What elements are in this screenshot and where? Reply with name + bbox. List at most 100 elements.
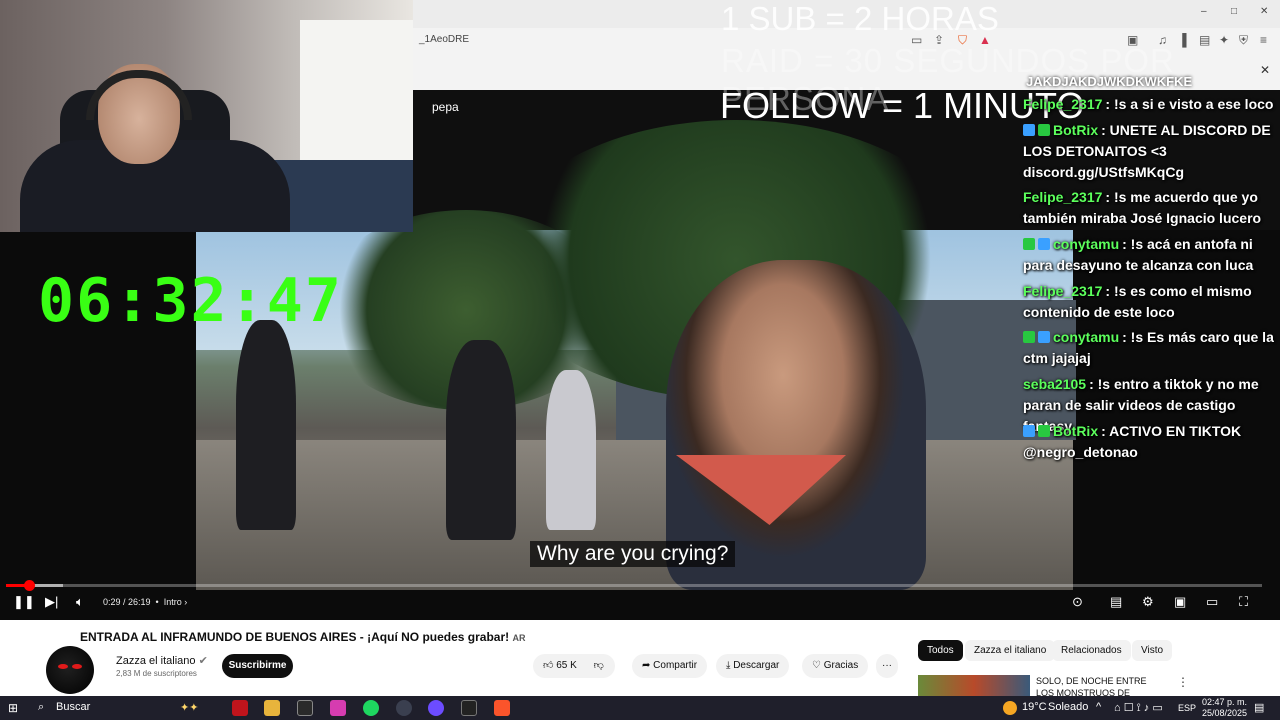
tray-expand-icon[interactable]: ^ xyxy=(1096,701,1101,713)
share-button[interactable]: ➦ Compartir xyxy=(632,654,708,678)
like-count[interactable]: 65 K xyxy=(556,660,577,671)
next-icon[interactable]: ▶| xyxy=(45,594,58,610)
file-explorer-icon[interactable] xyxy=(264,700,280,716)
related-tab[interactable]: Relacionados xyxy=(1052,640,1131,661)
related-tab[interactable]: Todos xyxy=(918,640,963,661)
chapter-label[interactable]: Intro xyxy=(164,597,182,607)
related-tab[interactable]: Zazza el italiano xyxy=(965,640,1056,661)
chat-message: BotRix: ACTIVO EN TIKTOK @negro_detonao xyxy=(1023,421,1280,463)
avatar-eye-left xyxy=(58,664,68,669)
video-subtitle: Why are you crying? xyxy=(530,541,736,567)
chat-username[interactable]: seba2105 xyxy=(1023,376,1086,392)
chat-username[interactable]: BotRix xyxy=(1053,122,1098,138)
volume-icon[interactable]: 🔈︎ xyxy=(76,594,84,610)
language-indicator[interactable]: ESP xyxy=(1178,703,1196,713)
spotify-icon[interactable] xyxy=(363,700,379,716)
related-thumbnail[interactable] xyxy=(918,675,1030,696)
webcam-overlay xyxy=(0,0,413,232)
chat-badge-icon xyxy=(1038,331,1050,343)
thanks-label: Gracias xyxy=(823,660,859,671)
tray-icons[interactable]: ⌂ ☐ ⟟ ♪ ▭ xyxy=(1114,701,1163,715)
thanks-icon: ♡ xyxy=(812,660,821,671)
clock-time: 02:47 p. m. xyxy=(1202,697,1248,707)
chat-username[interactable]: Felipe_2317 xyxy=(1023,189,1102,205)
webcam-window xyxy=(300,20,413,160)
search-input[interactable]: pepa xyxy=(432,100,459,114)
chat-message: Felipe_2317: !s es como el mismo conteni… xyxy=(1023,281,1280,323)
weather-sun-icon[interactable] xyxy=(1003,701,1017,715)
download-button[interactable]: ⤓ Descargar xyxy=(716,654,790,678)
taskbar: ⊞ ⌕ Buscar ✦✦ 19°C Soleado ^ ⌂ ☐ ⟟ ♪ ▭ E… xyxy=(0,696,1280,720)
windows-start-icon[interactable]: ⊞ xyxy=(8,701,18,715)
fullscreen-icon[interactable]: ⛶ xyxy=(1239,594,1248,610)
chat-badge-icon xyxy=(1038,425,1050,437)
download-label: Descargar xyxy=(733,660,780,671)
obs-icon[interactable] xyxy=(428,700,444,716)
verified-icon: ✔ xyxy=(198,655,208,667)
webcam-headphones xyxy=(86,70,192,120)
weather-temp[interactable]: 19°C xyxy=(1022,701,1047,713)
search-icon[interactable]: ⌕ xyxy=(38,701,44,714)
epic-games-icon[interactable] xyxy=(461,700,477,716)
notifications-icon[interactable]: ▤ xyxy=(1254,701,1264,714)
channel-avatar[interactable] xyxy=(46,646,94,694)
share-label: Compartir xyxy=(653,660,698,671)
pause-icon[interactable]: ❚❚ xyxy=(13,594,35,610)
url-text[interactable]: _1AeoDRE xyxy=(419,34,469,45)
terminal-icon[interactable] xyxy=(297,700,313,716)
time-text: 0:29 / 26:19 xyxy=(103,597,151,607)
subscribe-button[interactable]: Suscribirme xyxy=(222,654,293,678)
download-icon: ⤓ xyxy=(726,660,731,671)
chat-message: conytamu: !s acá en antofa ni para desay… xyxy=(1023,234,1280,276)
clock[interactable]: 02:47 p. m. 25/08/2025 xyxy=(1202,697,1247,719)
avatar-eye-right xyxy=(72,664,82,669)
chat-badge-icon xyxy=(1023,238,1035,250)
more-vert-icon[interactable]: ⋮ xyxy=(1177,675,1189,689)
progress-bar[interactable] xyxy=(6,580,1262,591)
theater-mode-icon[interactable]: ▭ xyxy=(1206,594,1218,610)
minimize-icon[interactable]: – xyxy=(1201,6,1207,17)
clock-date: 25/08/2025 xyxy=(1202,708,1248,718)
subscriber-count: 2,83 M de suscriptores xyxy=(116,669,197,678)
chat-username[interactable]: conytamu xyxy=(1053,236,1119,252)
video-info: ENTRADA AL INFRAMUNDO DE BUENOS AIRES - … xyxy=(0,620,1280,710)
chat-message: Felipe_2317: !s me acuerdo que yo tambié… xyxy=(1023,187,1280,229)
related-tab[interactable]: Visto xyxy=(1132,640,1173,661)
overlay-sub-rule: 1 SUB = 2 HORAS xyxy=(721,0,999,37)
video-title: ENTRADA AL INFRAMUNDO DE BUENOS AIRES - … xyxy=(80,630,525,644)
chat-badge-icon xyxy=(1023,124,1035,136)
chat-cut-message: JAKDJAKDJWKDKWKFKE xyxy=(1026,74,1193,89)
chat-username[interactable]: Felipe_2317 xyxy=(1023,283,1102,299)
thanks-button[interactable]: ♡ Gracias xyxy=(802,654,869,678)
chat-message: conytamu: !s Es más caro que la ctm jaja… xyxy=(1023,327,1280,369)
chat-text: : !s a si e visto a ese loco xyxy=(1105,96,1274,112)
dislike-icon[interactable]: 👎︎ xyxy=(594,660,604,671)
app-red-icon[interactable] xyxy=(232,700,248,716)
chat-badge-icon xyxy=(1038,124,1050,136)
like-dislike-group: 👍︎ 65 K 👎︎ xyxy=(533,654,615,678)
like-icon[interactable]: 👍︎ xyxy=(543,660,553,671)
subtitles-icon[interactable]: ▤ xyxy=(1110,594,1122,610)
chat-username[interactable]: Felipe_2317 xyxy=(1023,96,1102,112)
autoplay-toggle[interactable]: ⊙ xyxy=(1072,594,1083,610)
steam-icon[interactable] xyxy=(396,700,412,716)
taskbar-search[interactable]: Buscar xyxy=(56,701,90,713)
video-person-1 xyxy=(236,320,296,530)
miniplayer-icon[interactable]: ▣ xyxy=(1174,594,1186,610)
settings-gear-icon[interactable]: ⚙ xyxy=(1142,594,1154,610)
weather-text[interactable]: Soleado xyxy=(1048,701,1088,713)
more-actions-button[interactable]: ··· xyxy=(876,654,898,678)
maximize-icon[interactable]: □ xyxy=(1231,6,1237,17)
screen: – □ ✕ _1AeoDRE ▭ ⇪ ⛉ ▲ ▣ ♫ ▐ ▤ ✦ ⛨ ≡ ✕ p… xyxy=(0,0,1280,720)
scrubber-handle[interactable] xyxy=(23,580,35,591)
channel-name[interactable]: Zazza el italiano ✔ xyxy=(116,654,208,667)
chat-badge-icon xyxy=(1023,331,1035,343)
chat-badge-icon xyxy=(1038,238,1050,250)
share-icon: ➦ xyxy=(642,660,651,671)
close-window-icon[interactable]: ✕ xyxy=(1260,6,1268,17)
brave-browser-icon[interactable] xyxy=(494,700,510,716)
channel-name-text[interactable]: Zazza el italiano xyxy=(116,655,196,667)
chat-username[interactable]: BotRix xyxy=(1053,423,1098,439)
chat-username[interactable]: conytamu xyxy=(1053,329,1119,345)
instagram-icon[interactable] xyxy=(330,700,346,716)
